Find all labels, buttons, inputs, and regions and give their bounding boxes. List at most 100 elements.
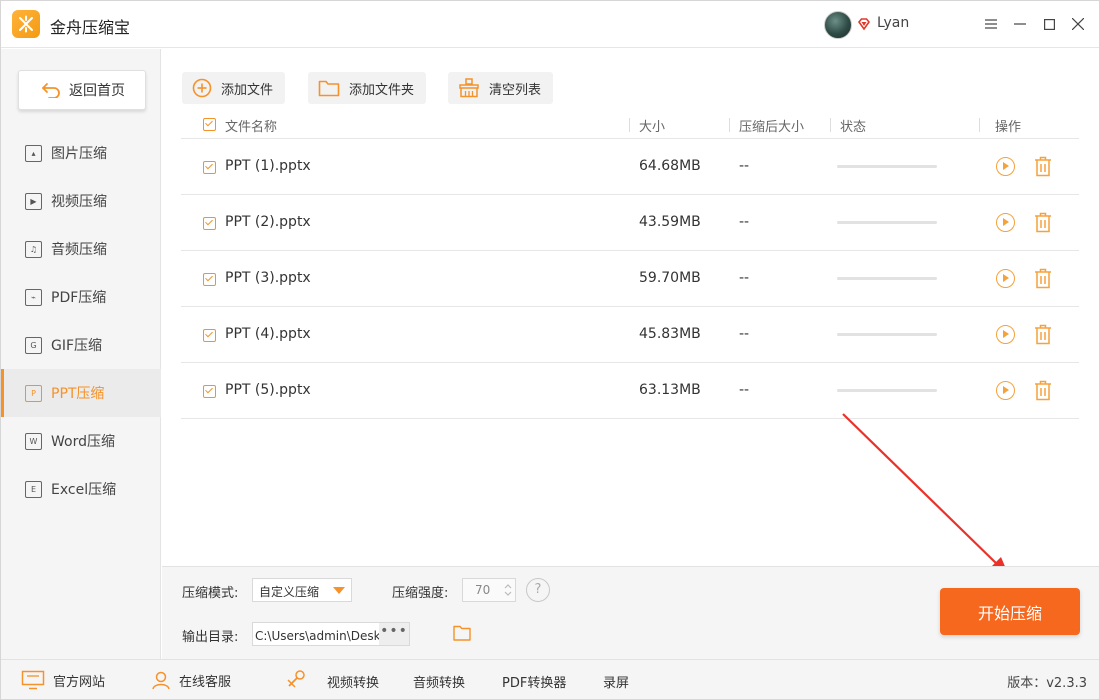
file-size: 64.68MB <box>639 158 701 174</box>
minimize-icon[interactable] <box>1009 13 1031 35</box>
trash-icon[interactable] <box>1034 324 1052 345</box>
trash-icon[interactable] <box>1034 156 1052 177</box>
avatar[interactable] <box>824 11 852 39</box>
column-divider[interactable] <box>979 118 980 132</box>
play-icon[interactable] <box>996 157 1015 176</box>
video-convert-link[interactable]: 视频转换 <box>327 672 379 691</box>
back-home-label: 返回首页 <box>69 83 125 99</box>
row-checkbox[interactable] <box>203 161 216 174</box>
play-icon[interactable] <box>996 269 1015 288</box>
sidebar-item-label: PDF压缩 <box>51 290 107 306</box>
select-all-checkbox[interactable] <box>203 118 216 131</box>
table-row: PPT (2).pptx 43.59MB -- <box>181 195 1079 251</box>
compress-mode-value: 自定义压缩 <box>259 585 320 599</box>
clear-list-button[interactable]: 清空列表 <box>448 72 554 104</box>
ppt-icon: P <box>25 384 42 402</box>
header-actions: 操作 <box>995 120 1022 135</box>
sidebar-item-label: GIF压缩 <box>51 338 103 354</box>
add-file-button[interactable]: 添加文件 <box>182 72 286 104</box>
sidebar-item-label: Word压缩 <box>51 434 115 450</box>
file-name: PPT (1).pptx <box>225 158 311 174</box>
maximize-icon[interactable] <box>1038 13 1060 35</box>
clear-list-label: 清空列表 <box>489 82 542 98</box>
add-folder-button[interactable]: 添加文件夹 <box>308 72 427 104</box>
app-window: 金舟压缩宝 Lyan 返回首页 ▴ 图片压缩 ▶ 视频压缩 ♫ 音频压缩 ⌁ P… <box>0 0 1100 700</box>
compress-strength-stepper[interactable]: 70 <box>462 578 516 602</box>
menu-icon[interactable] <box>980 13 1002 35</box>
open-folder-icon[interactable] <box>453 625 471 641</box>
start-compress-button[interactable]: 开始压缩 <box>940 588 1080 635</box>
folder-icon <box>318 80 340 97</box>
compress-mode-select[interactable]: 自定义压缩 <box>252 578 352 602</box>
compress-strength-value: 70 <box>475 583 491 597</box>
sidebar-item-image[interactable]: ▴ 图片压缩 <box>1 129 161 177</box>
screen-record-link[interactable]: 录屏 <box>603 672 629 691</box>
excel-icon: E <box>25 480 42 498</box>
official-website-link[interactable]: 官方网站 <box>21 670 105 690</box>
browse-more-button[interactable]: ••• <box>379 623 409 645</box>
progress-bar <box>837 165 937 168</box>
username[interactable]: Lyan <box>877 15 909 31</box>
sidebar-item-label: Excel压缩 <box>51 482 117 498</box>
table-row: PPT (5).pptx 63.13MB -- <box>181 363 1079 419</box>
sidebar-item-label: 图片压缩 <box>51 146 107 162</box>
settings-panel: 压缩模式: 自定义压缩 压缩强度: 70 ? 输出目录: C:\Users\ad… <box>162 566 1099 659</box>
header-size: 大小 <box>639 120 666 135</box>
column-divider[interactable] <box>729 118 730 132</box>
sidebar-item-video[interactable]: ▶ 视频压缩 <box>1 177 161 225</box>
row-checkbox[interactable] <box>203 329 216 342</box>
row-checkbox[interactable] <box>203 273 216 286</box>
play-icon[interactable] <box>996 213 1015 232</box>
file-name: PPT (5).pptx <box>225 382 311 398</box>
stepper-arrows-icon[interactable] <box>503 582 513 598</box>
compressed-size: -- <box>739 382 750 398</box>
row-checkbox[interactable] <box>203 217 216 230</box>
progress-bar <box>837 221 937 224</box>
trash-icon[interactable] <box>1034 212 1052 233</box>
audio-convert-link[interactable]: 音频转换 <box>413 672 465 691</box>
play-icon[interactable] <box>996 381 1015 400</box>
app-logo-icon <box>12 10 40 38</box>
title-bar: 金舟压缩宝 Lyan <box>1 1 1099 48</box>
play-icon[interactable] <box>996 325 1015 344</box>
sidebar-item-excel[interactable]: E Excel压缩 <box>1 465 161 513</box>
back-arrow-icon <box>42 83 60 98</box>
row-checkbox[interactable] <box>203 385 216 398</box>
trash-icon[interactable] <box>1034 268 1052 289</box>
file-name: PPT (2).pptx <box>225 214 311 230</box>
compressed-size: -- <box>739 270 750 286</box>
trash-icon[interactable] <box>1034 380 1052 401</box>
output-path-field[interactable]: C:\Users\admin\Desktop\金 ••• <box>252 622 410 646</box>
compressed-size: -- <box>739 158 750 174</box>
add-file-label: 添加文件 <box>221 82 274 98</box>
back-home-button[interactable]: 返回首页 <box>18 70 146 110</box>
header-compressed-size: 压缩后大小 <box>739 120 805 135</box>
progress-bar <box>837 389 937 392</box>
column-divider[interactable] <box>830 118 831 132</box>
add-circle-icon <box>192 78 212 98</box>
sidebar-item-ppt[interactable]: P PPT压缩 <box>1 369 161 417</box>
table-row: PPT (4).pptx 45.83MB -- <box>181 307 1079 363</box>
app-title: 金舟压缩宝 <box>50 18 131 37</box>
compressed-size: -- <box>739 214 750 230</box>
online-service-link[interactable]: 在线客服 <box>151 670 231 690</box>
dropdown-arrow-icon <box>333 587 345 594</box>
monitor-icon <box>21 670 45 690</box>
table-header: 文件名称 大小 压缩后大小 状态 操作 <box>181 110 1079 139</box>
output-dir-label: 输出目录: <box>182 630 239 645</box>
help-icon[interactable]: ? <box>526 578 550 602</box>
sidebar-item-pdf[interactable]: ⌁ PDF压缩 <box>1 273 161 321</box>
pdf-convert-link[interactable]: PDF转换器 <box>502 672 566 691</box>
broom-icon <box>459 78 479 98</box>
gif-icon: G <box>25 336 42 354</box>
close-icon[interactable] <box>1067 13 1089 35</box>
sidebar-item-audio[interactable]: ♫ 音频压缩 <box>1 225 161 273</box>
file-name: PPT (3).pptx <box>225 270 311 286</box>
sidebar-item-word[interactable]: W Word压缩 <box>1 417 161 465</box>
header-file-name: 文件名称 <box>225 120 278 135</box>
column-divider[interactable] <box>629 118 630 132</box>
audio-icon: ♫ <box>25 240 42 258</box>
annotation-arrow <box>842 413 1009 576</box>
file-size: 43.59MB <box>639 214 701 230</box>
sidebar-item-gif[interactable]: G GIF压缩 <box>1 321 161 369</box>
